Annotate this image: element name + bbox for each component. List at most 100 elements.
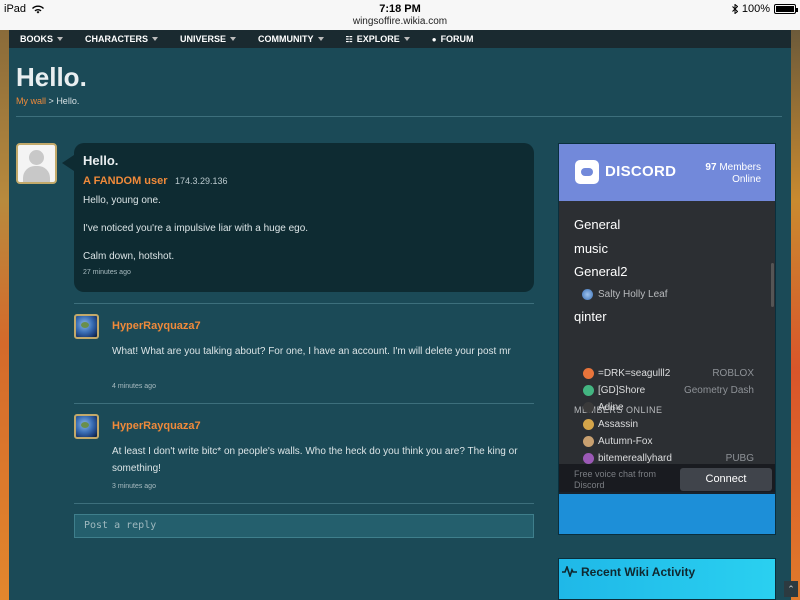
chat-bubble-icon: ● (431, 34, 437, 44)
discord-member: Autumn-Fox (583, 436, 652, 447)
discord-channel[interactable]: qinter (574, 309, 607, 324)
header-divider (16, 116, 782, 117)
message-bubble: Hello. A FANDOM user 174.3.29.136 Hello,… (62, 143, 534, 292)
battery-percent: 100% (741, 3, 770, 15)
reply-divider (74, 303, 534, 304)
discord-channel[interactable]: General2 (574, 264, 627, 279)
chevron-down-icon (152, 37, 159, 41)
nav-explore[interactable]: ☷ EXPLORE (346, 34, 410, 44)
reply-divider (74, 403, 534, 404)
activity-pulse-icon (562, 566, 577, 577)
member-count-value: 97 (705, 162, 717, 173)
reply-avatar[interactable] (74, 414, 99, 439)
nav-books[interactable]: BOOKS (20, 34, 64, 44)
reply-timestamp[interactable]: 3 minutes ago (112, 483, 156, 490)
member-game: Geometry Dash (683, 385, 754, 396)
breadcrumb-current: Hello. (56, 96, 80, 106)
message-line: Calm down, hotshot. (83, 251, 175, 262)
message-title: Hello. (83, 153, 119, 168)
member-avatar-icon (583, 385, 594, 396)
discord-member: Adine (583, 402, 624, 413)
member-avatar-icon (583, 368, 594, 379)
discord-member: Assassin (583, 419, 638, 430)
battery-icon (774, 4, 798, 14)
chevron-down-icon (403, 37, 410, 41)
url-bar[interactable]: wingsoffire.wikia.com (0, 16, 800, 27)
discord-widget: DISCORD 97 Members Online General music … (558, 143, 776, 535)
reply-author[interactable]: HyperRayquaza7 (112, 320, 201, 332)
reply-text: What! What are you talking about? For on… (112, 346, 511, 357)
discord-scrollbar[interactable] (771, 263, 774, 307)
status-bar: iPad 7:18 PM wingsoffire.wikia.com 100% (0, 0, 800, 30)
member-name: Autumn-Fox (598, 436, 653, 447)
nav-universe-label: UNIVERSE (180, 34, 227, 44)
reply-author[interactable]: HyperRayquaza7 (112, 420, 201, 432)
message-timestamp[interactable]: 27 minutes ago (83, 269, 131, 276)
member-name: Adine (598, 402, 624, 413)
discord-channel[interactable]: General (574, 217, 620, 232)
member-name: =DRK=seagulll2 (598, 368, 671, 379)
nav-characters-label: CHARACTERS (85, 34, 149, 44)
nav-community[interactable]: COMMUNITY (258, 34, 324, 44)
chevron-down-icon (317, 37, 324, 41)
wiki-nav: BOOKS CHARACTERS UNIVERSE COMMUNITY ☷ EXP… (9, 30, 791, 48)
message-ip[interactable]: 174.3.29.136 (175, 176, 228, 186)
avatar[interactable] (16, 143, 57, 184)
discord-member: [GD]Shore (583, 385, 645, 396)
nav-books-label: BOOKS (20, 34, 54, 44)
page-title: Hello. (16, 62, 87, 92)
discord-channel[interactable]: music (574, 241, 608, 256)
breadcrumb-my-wall[interactable]: My wall (16, 96, 46, 106)
message-line: Hello, young one. (83, 195, 161, 206)
clock: 7:18 PM (379, 3, 421, 15)
discord-header: DISCORD 97 Members Online (559, 144, 775, 201)
recent-activity-title[interactable]: Recent Wiki Activity (581, 565, 695, 579)
member-count-label: Members Online (719, 162, 761, 185)
nav-characters[interactable]: CHARACTERS (85, 34, 159, 44)
discord-brand: DISCORD (605, 163, 677, 180)
member-game: ROBLOX (712, 368, 754, 379)
message-author[interactable]: A FANDOM user (83, 175, 168, 187)
discord-channel-user: Salty Holly Leaf (582, 289, 667, 300)
discord-footer-text: Free voice chat from Discord (574, 469, 657, 490)
status-right: 100% (732, 3, 798, 15)
breadcrumb: My wall > Hello. (16, 96, 79, 106)
discord-member: =DRK=seagulll2 (583, 368, 670, 379)
user-avatar-icon (582, 289, 593, 300)
nav-forum[interactable]: ● FORUM (432, 34, 474, 44)
reply-divider (74, 503, 534, 504)
message-line: I've noticed you're a impulsive liar wit… (83, 223, 309, 234)
member-avatar-icon (583, 453, 594, 464)
post-reply-input[interactable]: Post a reply (74, 514, 534, 538)
nav-forum-label: FORUM (440, 34, 474, 44)
member-name: bitemereallyhard (598, 453, 672, 464)
chevron-down-icon (230, 37, 237, 41)
reply-timestamp[interactable]: 4 minutes ago (112, 383, 156, 390)
background-art-left (0, 30, 9, 600)
nav-explore-label: EXPLORE (356, 34, 400, 44)
member-avatar-icon (583, 436, 594, 447)
discord-member-count: 97 Members Online (691, 162, 761, 186)
nav-universe[interactable]: UNIVERSE (180, 34, 237, 44)
discord-body: General music General2 Salty Holly Leaf … (559, 201, 775, 492)
recent-activity-module: Recent Wiki Activity (558, 558, 776, 600)
bluetooth-icon (732, 4, 738, 14)
discord-logo-icon (575, 160, 599, 184)
member-avatar-icon (583, 402, 594, 413)
member-avatar-icon (583, 419, 594, 430)
breadcrumb-separator: > (48, 96, 54, 106)
member-name: [GD]Shore (598, 385, 646, 396)
member-game: PUBG (725, 453, 754, 464)
reply-avatar[interactable] (74, 314, 99, 339)
discord-member: bitemereallyhard (583, 453, 672, 464)
chevron-down-icon (57, 37, 64, 41)
discord-footer: Free voice chat from Discord Connect (559, 464, 775, 494)
reply-text: At least I don't write bitc* on people's… (112, 446, 518, 474)
explore-icon: ☷ (345, 34, 353, 44)
nav-community-label: COMMUNITY (258, 34, 314, 44)
channel-user-name: Salty Holly Leaf (598, 289, 668, 300)
discord-connect-button[interactable]: Connect (680, 468, 772, 491)
double-chevron-up-icon: ⌃ (787, 584, 795, 594)
scroll-to-top-button[interactable]: ⌃ (784, 581, 798, 597)
background-art-right (791, 30, 800, 600)
